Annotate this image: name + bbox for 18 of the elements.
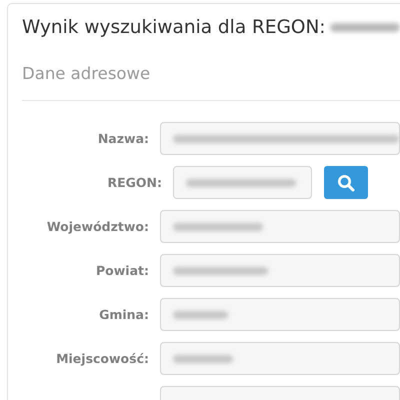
search-button[interactable] (324, 166, 368, 199)
field-label: Miejscowość: (56, 351, 149, 366)
search-icon (337, 174, 355, 192)
redacted-text (173, 310, 228, 318)
input-field[interactable] (160, 254, 400, 287)
page-title: Wynik wyszukiwania dla REGON: (22, 16, 326, 38)
section-heading: Dane adresowe (22, 64, 152, 83)
field-label: REGON: (106, 175, 163, 190)
input-field[interactable] (160, 210, 400, 243)
input-field[interactable] (160, 342, 400, 375)
field-label: Nazwa: (98, 131, 149, 146)
input-field[interactable] (160, 298, 400, 331)
input-field[interactable] (160, 122, 400, 155)
field-label: Powiat: (96, 263, 149, 278)
redacted-text (173, 354, 233, 362)
input-field[interactable] (173, 166, 312, 199)
field-label: Województwo: (46, 219, 149, 234)
field-label: Gmina: (99, 307, 149, 322)
